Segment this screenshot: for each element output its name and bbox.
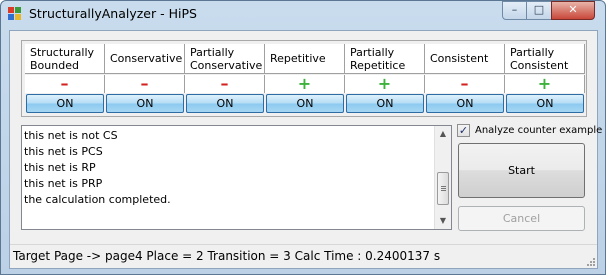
property-column: Partially Consistent + ON: [505, 44, 585, 116]
property-header: Repetitive: [265, 44, 345, 74]
app-icon: [8, 7, 22, 21]
property-grid: Structurally Bounded – ON Conservative – ON Pa…: [25, 44, 585, 116]
property-header: Partially Repetitice: [345, 44, 425, 74]
property-on-button[interactable]: ON: [106, 94, 184, 113]
scroll-thumb[interactable]: [437, 172, 449, 205]
property-on-button[interactable]: ON: [266, 94, 344, 113]
property-header: Consistent: [425, 44, 505, 74]
log-lines: this net is not CS this net is PCS this ne…: [24, 128, 432, 208]
property-column: Repetitive + ON: [265, 44, 345, 116]
plus-icon: +: [345, 75, 425, 93]
property-on-button[interactable]: ON: [506, 94, 584, 113]
property-column: Consistent – ON: [425, 44, 505, 116]
property-on-button[interactable]: ON: [346, 94, 424, 113]
maximize-button[interactable]: □: [526, 1, 552, 20]
start-button[interactable]: Start: [458, 143, 585, 198]
client-area: Structurally Bounded – ON Conservative – ON Pa…: [9, 30, 602, 269]
minus-icon: –: [425, 75, 505, 93]
cancel-button[interactable]: Cancel: [458, 206, 585, 231]
minus-icon: –: [185, 75, 265, 93]
app-window: StructurallyAnalyzer - HiPS – □ ✕ Struct…: [0, 0, 606, 275]
minus-icon: –: [105, 75, 185, 93]
property-header: Partially Consistent: [505, 44, 585, 74]
resize-grip-icon[interactable]: [585, 256, 595, 266]
analyze-counter-example-checkbox[interactable]: ✓: [457, 124, 470, 137]
window-title: StructurallyAnalyzer - HiPS: [29, 6, 197, 21]
property-on-button[interactable]: ON: [26, 94, 104, 113]
property-column: Partially Conservative – ON: [185, 44, 265, 116]
status-text: Target Page -> page4 Place = 2 Transitio…: [13, 249, 441, 263]
result-log[interactable]: this net is not CS this net is PCS this ne…: [21, 125, 452, 230]
property-header: Structurally Bounded: [25, 44, 105, 74]
plus-icon: +: [505, 75, 585, 93]
property-panel: Structurally Bounded – ON Conservative – ON Pa…: [21, 40, 587, 117]
scroll-down-icon[interactable]: ▼: [435, 213, 451, 229]
property-on-button[interactable]: ON: [426, 94, 504, 113]
log-line: this net is PCS: [24, 145, 103, 158]
status-bar: Target Page -> page4 Place = 2 Transitio…: [10, 244, 597, 268]
property-header: Conservative: [105, 44, 185, 74]
property-column: Structurally Bounded – ON: [25, 44, 105, 116]
log-line: this net is not CS: [24, 129, 118, 142]
log-scrollbar[interactable]: ▲ ▼: [434, 126, 451, 229]
log-line: this net is RP: [24, 161, 96, 174]
scroll-up-icon[interactable]: ▲: [435, 126, 451, 142]
property-header: Partially Conservative: [185, 44, 265, 74]
close-button[interactable]: ✕: [551, 1, 595, 20]
property-on-button[interactable]: ON: [186, 94, 264, 113]
log-line: this net is PRP: [24, 177, 103, 190]
log-line: the calculation completed.: [24, 193, 171, 206]
property-column: Conservative – ON: [105, 44, 185, 116]
title-bar[interactable]: StructurallyAnalyzer - HiPS – □ ✕: [1, 1, 605, 29]
minus-icon: –: [25, 75, 105, 93]
plus-icon: +: [265, 75, 345, 93]
minimize-button[interactable]: –: [502, 1, 527, 20]
analyze-counter-example-label: Analyze counter example: [475, 125, 603, 136]
property-column: Partially Repetitice + ON: [345, 44, 425, 116]
